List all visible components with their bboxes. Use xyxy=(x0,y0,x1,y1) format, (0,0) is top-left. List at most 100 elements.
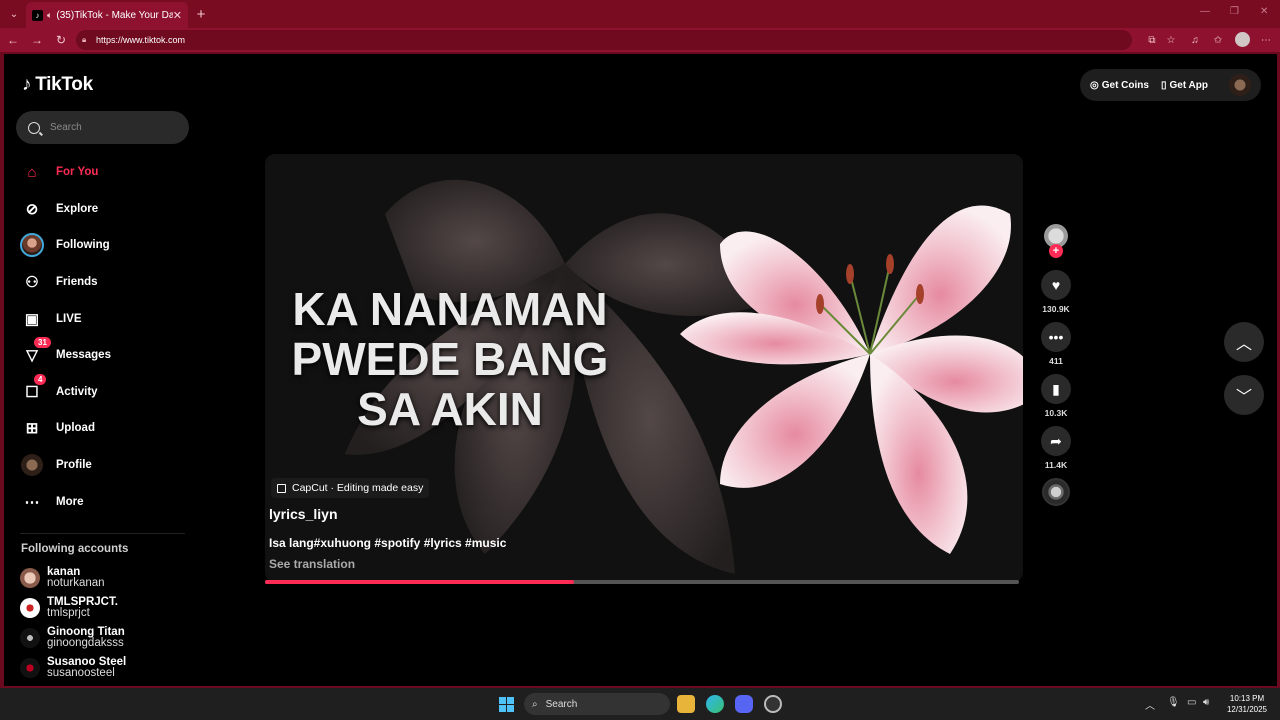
restore-button[interactable]: ❐ xyxy=(1230,6,1239,17)
logo-text: TikTok xyxy=(35,74,93,95)
following-account[interactable]: kanan noturkanan xyxy=(20,563,126,593)
sidebar-item-activity[interactable]: ☐ 4 Activity xyxy=(20,373,190,411)
avatar xyxy=(20,568,40,588)
video-caption: Isa lang#xuhuong #spotify #lyrics #music xyxy=(269,536,507,550)
clock-date: 12/31/2025 xyxy=(1226,705,1268,714)
sidebar-item-upload[interactable]: ⊞ Upload xyxy=(20,410,190,447)
minimize-button[interactable]: — xyxy=(1200,6,1210,17)
close-window-button[interactable]: ✕ xyxy=(1260,6,1268,17)
refresh-button[interactable]: ↻ xyxy=(53,32,69,48)
next-video-button[interactable]: ﹀ xyxy=(1224,375,1264,415)
network-icon[interactable]: ▭ xyxy=(1187,697,1196,708)
sidebar-item-label: For You xyxy=(56,166,99,179)
search-input[interactable] xyxy=(50,122,180,133)
lyrics-line: SA AKIN xyxy=(357,383,543,435)
comment-count: 411 xyxy=(1049,356,1063,366)
account-handle: susanoosteel xyxy=(47,667,115,679)
new-tab-button[interactable]: + xyxy=(192,5,210,23)
share-icon[interactable]: ➦ xyxy=(1041,426,1071,456)
get-app-button[interactable]: ▯ Get App xyxy=(1161,80,1208,91)
sidebar-item-more[interactable]: ⋯ More xyxy=(20,483,190,520)
windows-taskbar: ⌕ Search ︿ 🎙︎ ▭ 🔊︎ 10:13 PM 12/31/2025 xyxy=(0,688,1280,720)
user-avatar[interactable] xyxy=(1229,74,1251,96)
favorite-star-icon[interactable]: ☆ xyxy=(1164,33,1178,47)
progress-fill xyxy=(265,580,575,584)
favorites-icon[interactable]: ✩ xyxy=(1211,33,1225,47)
previous-video-button[interactable]: ︿ xyxy=(1224,322,1264,362)
video-author[interactable]: lyrics_liyn xyxy=(269,506,338,522)
taskbar-search-label: Search xyxy=(545,698,578,710)
sidebar-item-friends[interactable]: ⚇ Friends xyxy=(20,264,190,301)
see-translation-link[interactable]: See translation xyxy=(269,557,355,571)
volume-icon[interactable]: 🔊︎ xyxy=(1203,697,1209,708)
taskbar-search[interactable]: ⌕ Search xyxy=(524,693,670,715)
sidebar-item-for-you[interactable]: ⌂ For You xyxy=(20,154,190,191)
browser-menu-icon[interactable]: ⋯ xyxy=(1259,33,1273,47)
coin-icon: ◎ xyxy=(1090,79,1099,91)
chevron-down-icon: ﹀ xyxy=(1235,389,1252,406)
following-account[interactable]: TMLSPRJCT. tmlsprjct xyxy=(20,593,126,623)
address-bar[interactable]: 🔒︎ https://www.tiktok.com xyxy=(76,30,1132,50)
video-actions: + ♥ 130.9K ••• 411 ▮ 10.3K ➦ 11.4K xyxy=(1040,224,1072,506)
messages-icon: ▽ 31 xyxy=(20,337,51,367)
capcut-tag[interactable]: CapCut · Editing made easy xyxy=(271,478,430,498)
edge-browser-icon[interactable] xyxy=(706,695,724,713)
bookmark-icon[interactable]: ▮ xyxy=(1041,374,1071,404)
save-count: 10.3K xyxy=(1044,408,1068,418)
close-tab-icon[interactable]: ✕ xyxy=(173,9,182,22)
tray-chevron-icon[interactable]: ︿ xyxy=(1145,697,1155,712)
file-explorer-icon[interactable] xyxy=(677,695,695,713)
like-count: 130.9K xyxy=(1042,304,1070,314)
phone-icon: ▯ xyxy=(1160,79,1167,91)
app-available-icon[interactable]: ⧉ xyxy=(1145,33,1159,47)
music-disc-icon[interactable] xyxy=(1042,478,1070,506)
extension-icon[interactable]: ♫ xyxy=(1188,33,1202,47)
taskbar-clock[interactable]: 10:13 PM 12/31/2025 xyxy=(1222,693,1272,715)
get-coins-button[interactable]: ◎ Get Coins xyxy=(1090,80,1149,91)
sidebar-item-following[interactable]: Following xyxy=(20,227,190,264)
comment-action[interactable]: ••• 411 xyxy=(1041,322,1071,366)
comment-icon[interactable]: ••• xyxy=(1041,322,1071,352)
save-action[interactable]: ▮ 10.3K xyxy=(1041,374,1071,418)
follow-plus-icon[interactable]: + xyxy=(1049,244,1063,258)
discord-icon[interactable] xyxy=(735,695,753,713)
windows-start-icon[interactable] xyxy=(499,697,514,712)
avatar xyxy=(20,658,40,678)
sidebar-item-label: LIVE xyxy=(56,312,82,325)
sidebar-item-live[interactable]: ▣ LIVE xyxy=(20,300,190,337)
sidebar-item-messages[interactable]: ▽ 31 Messages xyxy=(20,337,190,374)
browser-profile-avatar[interactable] xyxy=(1235,32,1250,47)
browser-toolbar: ← → ↻ 🔒︎ https://www.tiktok.com xyxy=(0,28,1280,52)
search-box[interactable] xyxy=(16,111,189,144)
lyrics-line: PWEDE BANG xyxy=(291,333,609,385)
compass-icon: ⊘ xyxy=(25,200,39,218)
speaker-icon[interactable]: 🔈︎ xyxy=(47,10,52,21)
back-button[interactable]: ← xyxy=(5,32,21,48)
following-account[interactable]: Ginoong Titan ginoongdaksss xyxy=(20,623,126,653)
upload-icon: ⊞ xyxy=(25,420,39,438)
sidebar-item-profile[interactable]: Profile xyxy=(20,447,190,484)
get-coins-label: Get Coins xyxy=(1101,79,1149,91)
sidebar-nav: ⌂ For You ⊘ Explore Following ⚇ Friends … xyxy=(20,154,190,520)
activity-badge: 4 xyxy=(34,373,47,385)
app-icon[interactable] xyxy=(764,695,782,713)
chevron-up-icon: ︿ xyxy=(1235,336,1252,353)
sidebar-item-label: Friends xyxy=(56,276,98,289)
video-player[interactable]: KA NANAMAN PWEDE BANG SA AKIN CapCut · E… xyxy=(265,154,1023,582)
creator-avatar[interactable]: + xyxy=(1044,224,1068,258)
forward-button[interactable]: → xyxy=(29,32,45,48)
tab-actions-menu-icon[interactable]: ⌄ xyxy=(4,4,24,24)
share-action[interactable]: ➦ 11.4K xyxy=(1041,426,1071,470)
like-action[interactable]: ♥ 130.9K xyxy=(1041,270,1071,314)
sidebar-item-explore[interactable]: ⊘ Explore xyxy=(20,191,190,228)
tiktok-page: ♪ TikTok ⌂ For You ⊘ Explore Following ⚇… xyxy=(4,54,1277,686)
heart-icon[interactable]: ♥ xyxy=(1041,270,1071,300)
video-progress-bar[interactable] xyxy=(265,580,1019,584)
capcut-label: CapCut · Editing made easy xyxy=(292,482,424,494)
browser-tab[interactable]: ♪ 🔈︎ (35)TikTok - Make Your Day ✕ xyxy=(26,2,188,28)
tiktok-logo[interactable]: ♪ TikTok xyxy=(22,74,93,96)
avatar xyxy=(20,598,40,618)
microphone-icon[interactable]: 🎙︎ xyxy=(1167,697,1180,708)
more-icon: ⋯ xyxy=(24,493,40,511)
following-account[interactable]: Susanoo Steel susanoosteel xyxy=(20,653,126,683)
